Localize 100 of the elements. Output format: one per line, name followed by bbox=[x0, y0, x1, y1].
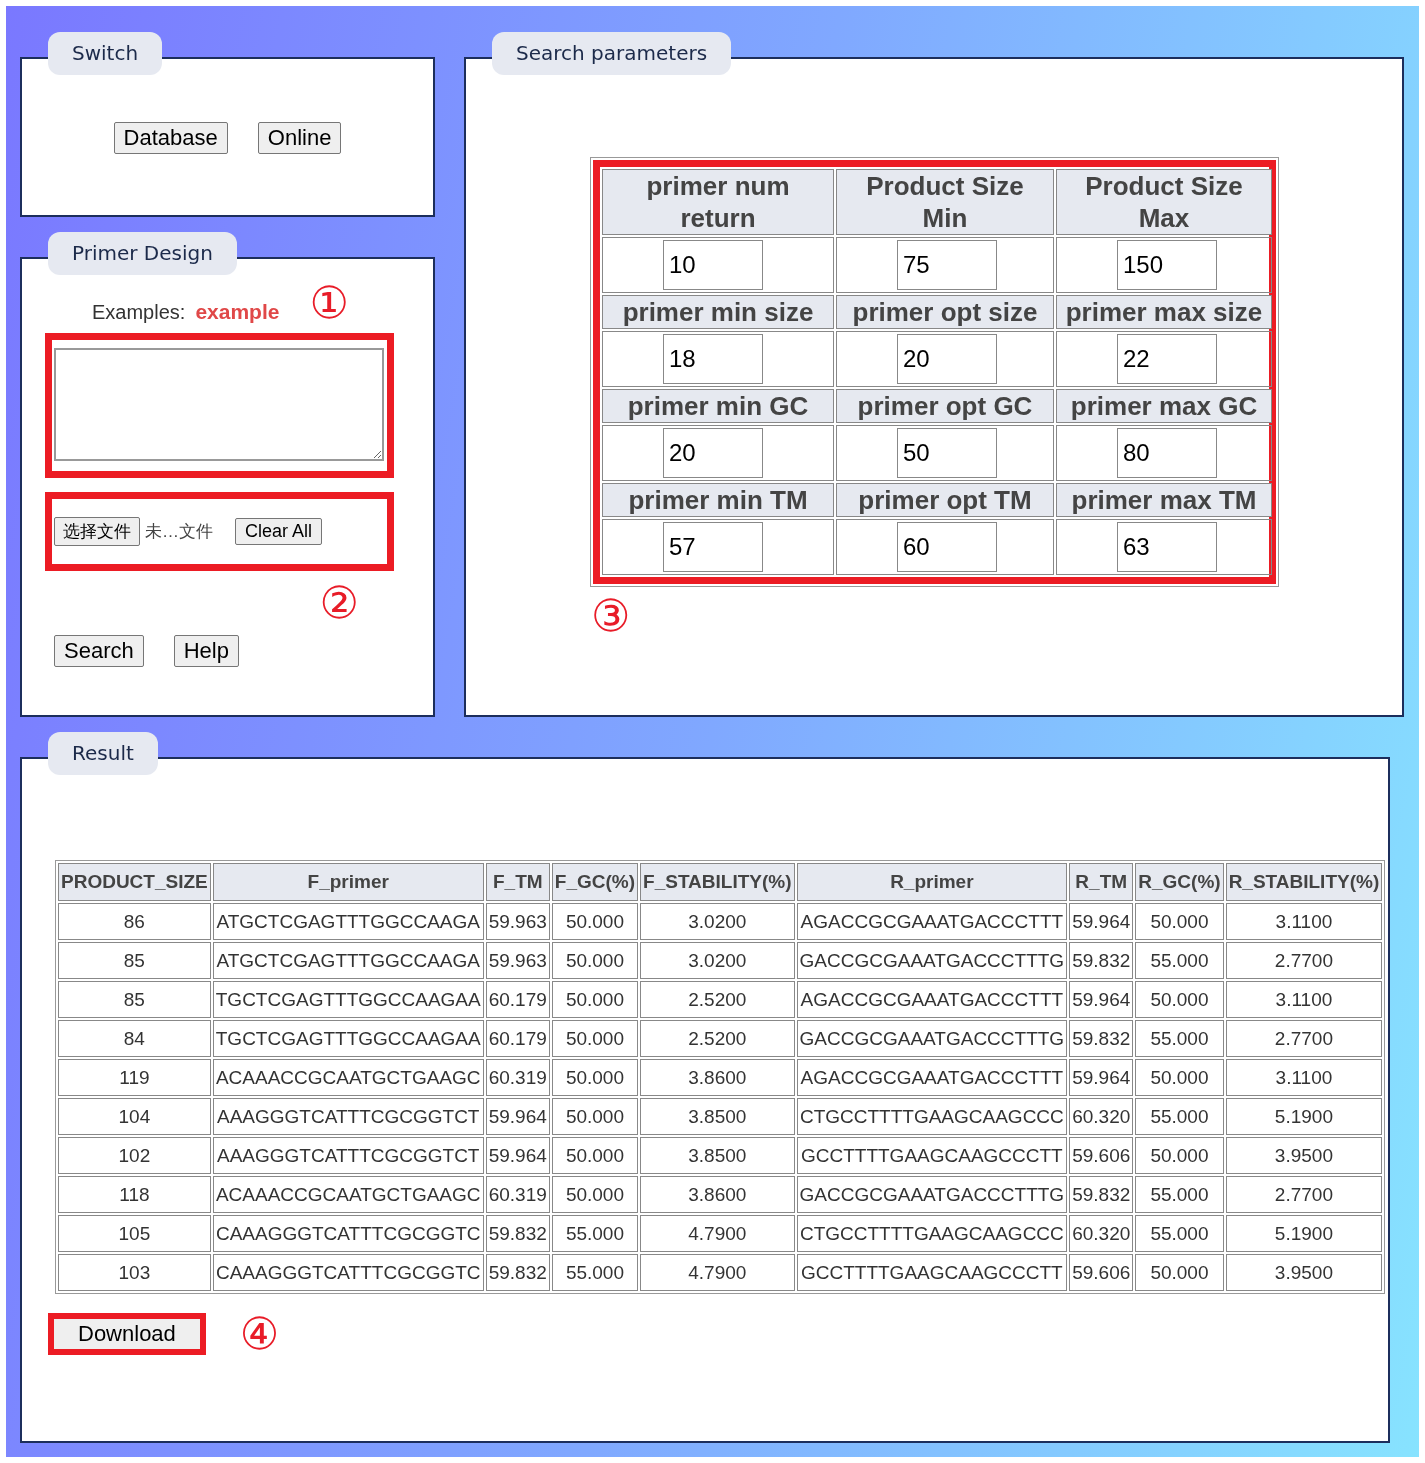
table-cell: CAAAGGGTCATTTCGCGGTC bbox=[212, 1215, 484, 1252]
parameter-input[interactable]: 22 bbox=[1117, 334, 1217, 384]
table-cell: 50.000 bbox=[551, 903, 639, 940]
table-cell: 3.8500 bbox=[640, 1098, 795, 1135]
table-cell: ATGCTCGAGTTTGGCCAAGA bbox=[212, 903, 484, 940]
column-header: F_TM bbox=[485, 863, 550, 901]
parameter-input[interactable]: 150 bbox=[1117, 240, 1217, 290]
column-header: R_TM bbox=[1069, 863, 1134, 901]
parameter-input[interactable]: 57 bbox=[663, 522, 763, 572]
table-cell: 3.9500 bbox=[1225, 1137, 1383, 1174]
table-cell: 119 bbox=[58, 1059, 211, 1096]
panel-title: Primer Design bbox=[48, 232, 237, 275]
table-cell: 59.964 bbox=[1069, 1059, 1134, 1096]
parameter-label: primer opt size bbox=[836, 295, 1054, 329]
table-cell: 59.606 bbox=[1069, 1254, 1134, 1291]
parameter-label: primer min GC bbox=[602, 389, 834, 423]
table-cell: AAAGGGTCATTTCGCGGTCT bbox=[212, 1137, 484, 1174]
column-header: F_GC(%) bbox=[551, 863, 639, 901]
mode-button[interactable]: Online bbox=[257, 122, 342, 154]
parameter-label: primer opt GC bbox=[836, 389, 1054, 423]
table-cell: 2.5200 bbox=[640, 1020, 795, 1057]
table-cell: 60.320 bbox=[1069, 1215, 1134, 1252]
table-cell: 3.0200 bbox=[640, 942, 795, 979]
table-cell: 50.000 bbox=[551, 1059, 639, 1096]
table-cell: GACCGCGAAATGACCCTTTG bbox=[796, 1176, 1068, 1213]
table-cell: 3.9500 bbox=[1225, 1254, 1383, 1291]
table-cell: 59.964 bbox=[1069, 981, 1134, 1018]
table-cell: 59.964 bbox=[485, 1098, 550, 1135]
file-status: 未…文件 bbox=[145, 521, 213, 543]
parameter-label: primer opt TM bbox=[836, 483, 1054, 517]
table-cell: 60.179 bbox=[485, 981, 550, 1018]
table-cell: 84 bbox=[58, 1020, 211, 1057]
table-cell: 105 bbox=[58, 1215, 211, 1252]
panel-title: Switch bbox=[48, 32, 163, 75]
action-button[interactable]: Help bbox=[173, 635, 239, 667]
table-cell: ACAAACCGCAATGCTGAAGC bbox=[212, 1059, 484, 1096]
parameter-input[interactable]: 80 bbox=[1117, 428, 1217, 478]
table-cell: 2.5200 bbox=[640, 981, 795, 1018]
table-cell: ACAAACCGCAATGCTGAAGC bbox=[212, 1176, 484, 1213]
table-cell: 4.7900 bbox=[640, 1254, 795, 1291]
parameter-label: Product Size Max bbox=[1056, 169, 1272, 235]
sequence-input[interactable] bbox=[54, 348, 384, 461]
table-cell: 3.0200 bbox=[640, 903, 795, 940]
column-header: R_primer bbox=[796, 863, 1068, 901]
column-header: R_GC(%) bbox=[1135, 863, 1224, 901]
table-cell: 59.832 bbox=[1069, 1176, 1134, 1213]
callout-number: ③ bbox=[591, 594, 631, 638]
table-cell: 2.7700 bbox=[1225, 1020, 1383, 1057]
table-cell: 104 bbox=[58, 1098, 211, 1135]
callout-number: ④ bbox=[239, 1312, 280, 1356]
parameter-input[interactable]: 60 bbox=[897, 522, 997, 572]
table-cell: 50.000 bbox=[1135, 981, 1224, 1018]
parameter-input[interactable]: 18 bbox=[663, 334, 763, 384]
parameter-label: Product Size Min bbox=[836, 169, 1054, 235]
table-cell: 50.000 bbox=[1135, 1137, 1224, 1174]
parameter-input[interactable]: 63 bbox=[1117, 522, 1217, 572]
table-cell: 59.963 bbox=[485, 903, 550, 940]
table-cell: 55.000 bbox=[1135, 1098, 1224, 1135]
table-cell: GACCGCGAAATGACCCTTTG bbox=[796, 942, 1068, 979]
table-cell: 3.8600 bbox=[640, 1176, 795, 1213]
parameter-input[interactable]: 75 bbox=[897, 240, 997, 290]
column-header: PRODUCT_SIZE bbox=[58, 863, 211, 901]
column-header: F_STABILITY(%) bbox=[640, 863, 795, 901]
download-button[interactable]: Download bbox=[48, 1313, 206, 1355]
parameter-input[interactable]: 20 bbox=[663, 428, 763, 478]
parameter-input[interactable]: 20 bbox=[897, 334, 997, 384]
callout-number: ① bbox=[309, 281, 349, 325]
table-cell: 59.832 bbox=[485, 1254, 550, 1291]
table-cell: 5.1900 bbox=[1225, 1098, 1383, 1135]
table-cell: 50.000 bbox=[1135, 1059, 1224, 1096]
table-cell: GACCGCGAAATGACCCTTTG bbox=[796, 1020, 1068, 1057]
table-cell: AGACCGCGAAATGACCCTTT bbox=[796, 903, 1068, 940]
parameter-label: primer max size bbox=[1056, 295, 1272, 329]
table-cell: 55.000 bbox=[1135, 1176, 1224, 1213]
parameter-input[interactable]: 10 bbox=[663, 240, 763, 290]
table-cell: 50.000 bbox=[1135, 1254, 1224, 1291]
table-cell: 86 bbox=[58, 903, 211, 940]
choose-file-button[interactable]: 选择文件 bbox=[54, 517, 140, 546]
table-cell: 59.964 bbox=[485, 1137, 550, 1174]
table-cell: 59.963 bbox=[485, 942, 550, 979]
example-link[interactable]: example bbox=[195, 300, 280, 324]
mode-button[interactable]: Database bbox=[113, 122, 228, 154]
table-cell: 102 bbox=[58, 1137, 211, 1174]
examples-label: Examples: bbox=[92, 300, 186, 324]
table-cell: 50.000 bbox=[551, 1020, 639, 1057]
clear-all-button[interactable]: Clear All bbox=[235, 518, 323, 545]
table-cell: CTGCCTTTTGAAGCAAGCCC bbox=[796, 1215, 1068, 1252]
table-cell: 2.7700 bbox=[1225, 942, 1383, 979]
table-cell: 55.000 bbox=[1135, 1215, 1224, 1252]
table-cell: 50.000 bbox=[551, 1098, 639, 1135]
table-cell: 55.000 bbox=[1135, 1020, 1224, 1057]
action-button[interactable]: Search bbox=[54, 635, 144, 667]
column-header: F_primer bbox=[212, 863, 484, 901]
table-cell: 2.7700 bbox=[1225, 1176, 1383, 1213]
table-cell: 55.000 bbox=[551, 1215, 639, 1252]
table-cell: CTGCCTTTTGAAGCAAGCCC bbox=[796, 1098, 1068, 1135]
table-cell: 59.832 bbox=[1069, 942, 1134, 979]
table-cell: 59.832 bbox=[485, 1215, 550, 1252]
parameter-input[interactable]: 50 bbox=[897, 428, 997, 478]
table-cell: 3.8600 bbox=[640, 1059, 795, 1096]
